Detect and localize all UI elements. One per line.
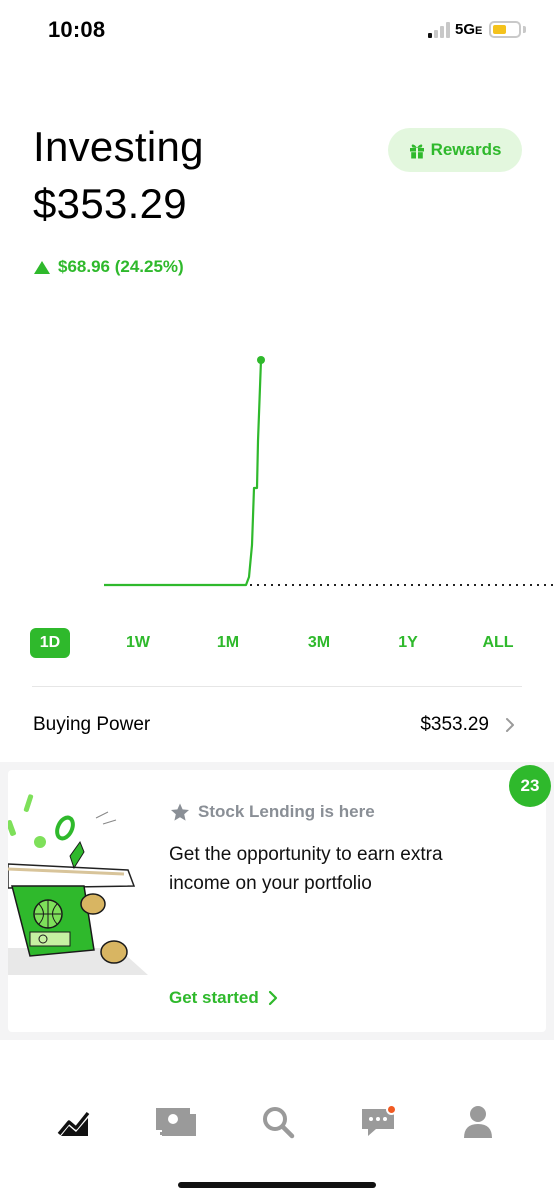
investing-icon [57, 1111, 90, 1136]
money-illustration [8, 794, 148, 975]
card-count-badge: 23 [509, 765, 551, 807]
card-subtitle-text: Stock Lending is here [198, 802, 375, 821]
nav-cash[interactable] [154, 1102, 198, 1142]
page-title: Investing [33, 123, 204, 170]
range-selector: 1D 1W 1M 3M 1Y ALL [0, 628, 554, 660]
range-tab-1w[interactable]: 1W [116, 628, 160, 658]
account-icon [464, 1106, 492, 1138]
nav-investing[interactable] [52, 1102, 96, 1142]
up-triangle-icon [34, 260, 50, 274]
divider [32, 686, 522, 687]
chevron-right-icon [506, 718, 514, 732]
home-indicator [178, 1182, 376, 1188]
battery-icon [489, 21, 521, 38]
change-value: $68.96 (24.25%) [58, 257, 184, 276]
status-time: 10:08 [48, 17, 106, 42]
gift-icon [409, 144, 424, 158]
range-tab-1m[interactable]: 1M [206, 628, 250, 658]
range-tab-3m[interactable]: 3M [297, 628, 341, 658]
buying-power-row[interactable]: Buying Power $353.29 [33, 702, 523, 748]
card-body-text: Get the opportunity to earn extra income… [169, 844, 443, 894]
rewards-button[interactable]: Rewards [388, 128, 522, 172]
range-tab-1d[interactable]: 1D [30, 628, 70, 658]
status-bar: 10:08 5GE [0, 0, 554, 60]
chevron-right-icon [268, 990, 277, 1006]
star-icon [171, 803, 189, 821]
search-icon [263, 1107, 295, 1139]
notification-dot [386, 1104, 397, 1115]
battery-tip [523, 26, 526, 33]
get-started-label: Get started [169, 988, 259, 1007]
rewards-label: Rewards [430, 140, 502, 159]
chart-line [104, 359, 263, 587]
buying-power-value: $353.29 [420, 714, 489, 735]
nav-search[interactable] [256, 1102, 300, 1142]
range-tab-1y[interactable]: 1Y [386, 628, 430, 658]
bottom-nav [0, 1090, 554, 1160]
portfolio-balance: $353.29 [33, 180, 187, 227]
buying-power-label: Buying Power [33, 714, 151, 735]
portfolio-change: $68.96 (24.25%) [34, 257, 184, 277]
card-subtitle: Stock Lending is here [170, 802, 375, 822]
get-started-link[interactable]: Get started [169, 988, 279, 1008]
portfolio-chart[interactable] [0, 345, 554, 595]
nav-account[interactable] [456, 1102, 500, 1142]
range-tab-all[interactable]: ALL [474, 628, 522, 658]
cash-icon [156, 1108, 196, 1136]
signal-icon [428, 22, 450, 38]
network-label: 5GE [455, 21, 483, 38]
chart-endpoint [257, 356, 265, 364]
